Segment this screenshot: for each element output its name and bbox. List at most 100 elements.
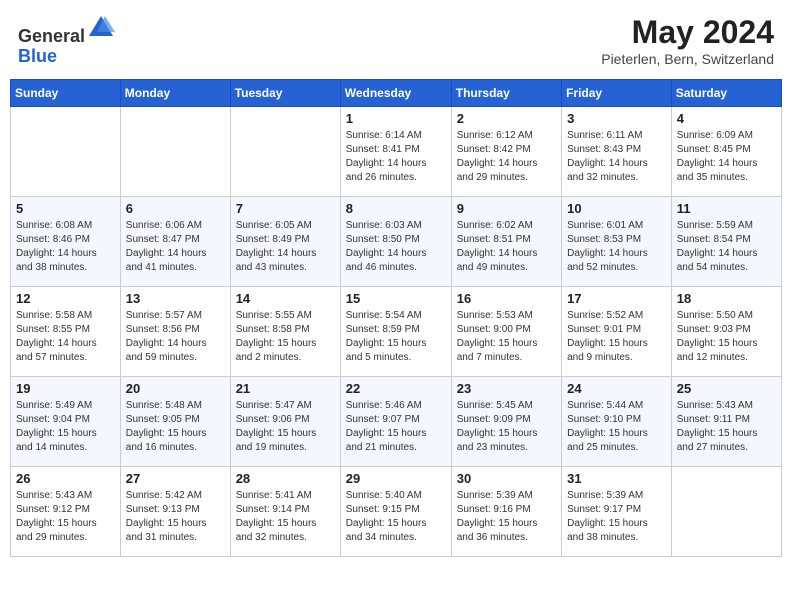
- day-cell-7: 7 Sunrise: 6:05 AMSunset: 8:49 PMDaylight…: [230, 197, 340, 287]
- empty-cell: [671, 467, 781, 557]
- day-info: Sunrise: 6:05 AMSunset: 8:49 PMDaylight:…: [236, 219, 335, 275]
- day-number: 20: [126, 381, 225, 396]
- day-cell-25: 25 Sunrise: 5:43 AMSunset: 9:11 PMDayligh…: [671, 377, 781, 467]
- day-number: 9: [457, 201, 556, 216]
- day-number: 5: [16, 201, 115, 216]
- day-info: Sunrise: 6:06 AMSunset: 8:47 PMDaylight:…: [126, 219, 225, 275]
- day-cell-28: 28 Sunrise: 5:41 AMSunset: 9:14 PMDayligh…: [230, 467, 340, 557]
- day-info: Sunrise: 5:41 AMSunset: 9:14 PMDaylight:…: [236, 489, 335, 545]
- logo: General Blue: [18, 14, 115, 67]
- empty-cell: [11, 107, 121, 197]
- day-cell-17: 17 Sunrise: 5:52 AMSunset: 9:01 PMDayligh…: [562, 287, 672, 377]
- day-number: 30: [457, 471, 556, 486]
- day-cell-16: 16 Sunrise: 5:53 AMSunset: 9:00 PMDayligh…: [451, 287, 561, 377]
- weekday-header-thursday: Thursday: [451, 80, 561, 107]
- day-cell-15: 15Sunrise: 5:54 AMSunset: 8:59 PMDayligh…: [340, 287, 451, 377]
- day-info: Sunrise: 5:43 AMSunset: 9:11 PMDaylight:…: [677, 399, 776, 455]
- day-info: Sunrise: 5:48 AMSunset: 9:05 PMDaylight:…: [126, 399, 225, 455]
- day-cell-8: 8Sunrise: 6:03 AMSunset: 8:50 PMDaylight…: [340, 197, 451, 287]
- day-cell-12: 12Sunrise: 5:58 AMSunset: 8:55 PMDayligh…: [11, 287, 121, 377]
- day-info: Sunrise: 5:53 AMSunset: 9:00 PMDaylight:…: [457, 309, 556, 365]
- day-cell-1: 1 Sunrise: 6:14 AMSunset: 8:41 PMDaylight…: [340, 107, 451, 197]
- day-number: 16: [457, 291, 556, 306]
- weekday-header-monday: Monday: [120, 80, 230, 107]
- day-info: Sunrise: 5:52 AMSunset: 9:01 PMDaylight:…: [567, 309, 666, 365]
- day-number: 21: [236, 381, 335, 396]
- day-info: Sunrise: 5:57 AMSunset: 8:56 PMDaylight:…: [126, 309, 225, 365]
- day-number: 25: [677, 381, 776, 396]
- day-number: 28: [236, 471, 335, 486]
- week-row-1: 1 Sunrise: 6:14 AMSunset: 8:41 PMDaylight…: [11, 107, 782, 197]
- day-info: Sunrise: 5:42 AMSunset: 9:13 PMDaylight:…: [126, 489, 225, 545]
- day-number: 2: [457, 111, 556, 126]
- day-cell-23: 23Sunrise: 5:45 AMSunset: 9:09 PMDayligh…: [451, 377, 561, 467]
- logo-icon: [87, 14, 115, 42]
- day-cell-3: 3 Sunrise: 6:11 AMSunset: 8:43 PMDaylight…: [562, 107, 672, 197]
- day-number: 10: [567, 201, 666, 216]
- week-row-3: 12Sunrise: 5:58 AMSunset: 8:55 PMDayligh…: [11, 287, 782, 377]
- day-cell-13: 13 Sunrise: 5:57 AMSunset: 8:56 PMDayligh…: [120, 287, 230, 377]
- day-number: 12: [16, 291, 115, 306]
- week-row-2: 5 Sunrise: 6:08 AMSunset: 8:46 PMDaylight…: [11, 197, 782, 287]
- empty-cell: [230, 107, 340, 197]
- logo-blue: Blue: [18, 46, 57, 66]
- day-number: 14: [236, 291, 335, 306]
- empty-cell: [120, 107, 230, 197]
- day-cell-19: 19 Sunrise: 5:49 AMSunset: 9:04 PMDayligh…: [11, 377, 121, 467]
- day-info: Sunrise: 5:39 AMSunset: 9:17 PMDaylight:…: [567, 489, 666, 545]
- day-number: 3: [567, 111, 666, 126]
- day-number: 23: [457, 381, 556, 396]
- day-number: 26: [16, 471, 115, 486]
- day-number: 15: [346, 291, 446, 306]
- day-cell-29: 29 Sunrise: 5:40 AMSunset: 9:15 PMDayligh…: [340, 467, 451, 557]
- day-info: Sunrise: 5:39 AMSunset: 9:16 PMDaylight:…: [457, 489, 556, 545]
- day-info: Sunrise: 5:49 AMSunset: 9:04 PMDaylight:…: [16, 399, 115, 455]
- day-info: Sunrise: 6:01 AMSunset: 8:53 PMDaylight:…: [567, 219, 666, 275]
- day-info: Sunrise: 6:14 AMSunset: 8:41 PMDaylight:…: [346, 129, 446, 185]
- day-cell-22: 22 Sunrise: 5:46 AMSunset: 9:07 PMDayligh…: [340, 377, 451, 467]
- day-number: 19: [16, 381, 115, 396]
- logo-general: General: [18, 26, 85, 46]
- weekday-header-tuesday: Tuesday: [230, 80, 340, 107]
- day-number: 11: [677, 201, 776, 216]
- day-info: Sunrise: 5:55 AMSunset: 8:58 PMDaylight:…: [236, 309, 335, 365]
- day-number: 22: [346, 381, 446, 396]
- day-cell-2: 2Sunrise: 6:12 AMSunset: 8:42 PMDaylight…: [451, 107, 561, 197]
- month-title: May 2024: [601, 14, 774, 51]
- day-number: 1: [346, 111, 446, 126]
- day-number: 7: [236, 201, 335, 216]
- week-row-4: 19 Sunrise: 5:49 AMSunset: 9:04 PMDayligh…: [11, 377, 782, 467]
- day-cell-20: 20 Sunrise: 5:48 AMSunset: 9:05 PMDayligh…: [120, 377, 230, 467]
- day-number: 13: [126, 291, 225, 306]
- day-number: 24: [567, 381, 666, 396]
- day-number: 17: [567, 291, 666, 306]
- day-cell-11: 11 Sunrise: 5:59 AMSunset: 8:54 PMDayligh…: [671, 197, 781, 287]
- day-info: Sunrise: 6:03 AMSunset: 8:50 PMDaylight:…: [346, 219, 446, 275]
- day-info: Sunrise: 5:46 AMSunset: 9:07 PMDaylight:…: [346, 399, 446, 455]
- day-info: Sunrise: 6:09 AMSunset: 8:45 PMDaylight:…: [677, 129, 776, 185]
- day-info: Sunrise: 5:47 AMSunset: 9:06 PMDaylight:…: [236, 399, 335, 455]
- weekday-header-wednesday: Wednesday: [340, 80, 451, 107]
- day-info: Sunrise: 5:59 AMSunset: 8:54 PMDaylight:…: [677, 219, 776, 275]
- day-info: Sunrise: 6:02 AMSunset: 8:51 PMDaylight:…: [457, 219, 556, 275]
- weekday-header-sunday: Sunday: [11, 80, 121, 107]
- day-info: Sunrise: 6:11 AMSunset: 8:43 PMDaylight:…: [567, 129, 666, 185]
- day-cell-27: 27 Sunrise: 5:42 AMSunset: 9:13 PMDayligh…: [120, 467, 230, 557]
- day-info: Sunrise: 5:40 AMSunset: 9:15 PMDaylight:…: [346, 489, 446, 545]
- day-cell-5: 5 Sunrise: 6:08 AMSunset: 8:46 PMDaylight…: [11, 197, 121, 287]
- day-number: 27: [126, 471, 225, 486]
- day-number: 6: [126, 201, 225, 216]
- page-header: General Blue May 2024 Pieterlen, Bern, S…: [10, 10, 782, 71]
- weekday-header-row: SundayMondayTuesdayWednesdayThursdayFrid…: [11, 80, 782, 107]
- day-cell-24: 24Sunrise: 5:44 AMSunset: 9:10 PMDayligh…: [562, 377, 672, 467]
- week-row-5: 26Sunrise: 5:43 AMSunset: 9:12 PMDayligh…: [11, 467, 782, 557]
- location: Pieterlen, Bern, Switzerland: [601, 51, 774, 67]
- day-info: Sunrise: 6:08 AMSunset: 8:46 PMDaylight:…: [16, 219, 115, 275]
- day-cell-9: 9 Sunrise: 6:02 AMSunset: 8:51 PMDaylight…: [451, 197, 561, 287]
- day-number: 18: [677, 291, 776, 306]
- day-cell-26: 26Sunrise: 5:43 AMSunset: 9:12 PMDayligh…: [11, 467, 121, 557]
- day-cell-4: 4Sunrise: 6:09 AMSunset: 8:45 PMDaylight…: [671, 107, 781, 197]
- day-number: 29: [346, 471, 446, 486]
- day-cell-10: 10 Sunrise: 6:01 AMSunset: 8:53 PMDayligh…: [562, 197, 672, 287]
- day-cell-21: 21 Sunrise: 5:47 AMSunset: 9:06 PMDayligh…: [230, 377, 340, 467]
